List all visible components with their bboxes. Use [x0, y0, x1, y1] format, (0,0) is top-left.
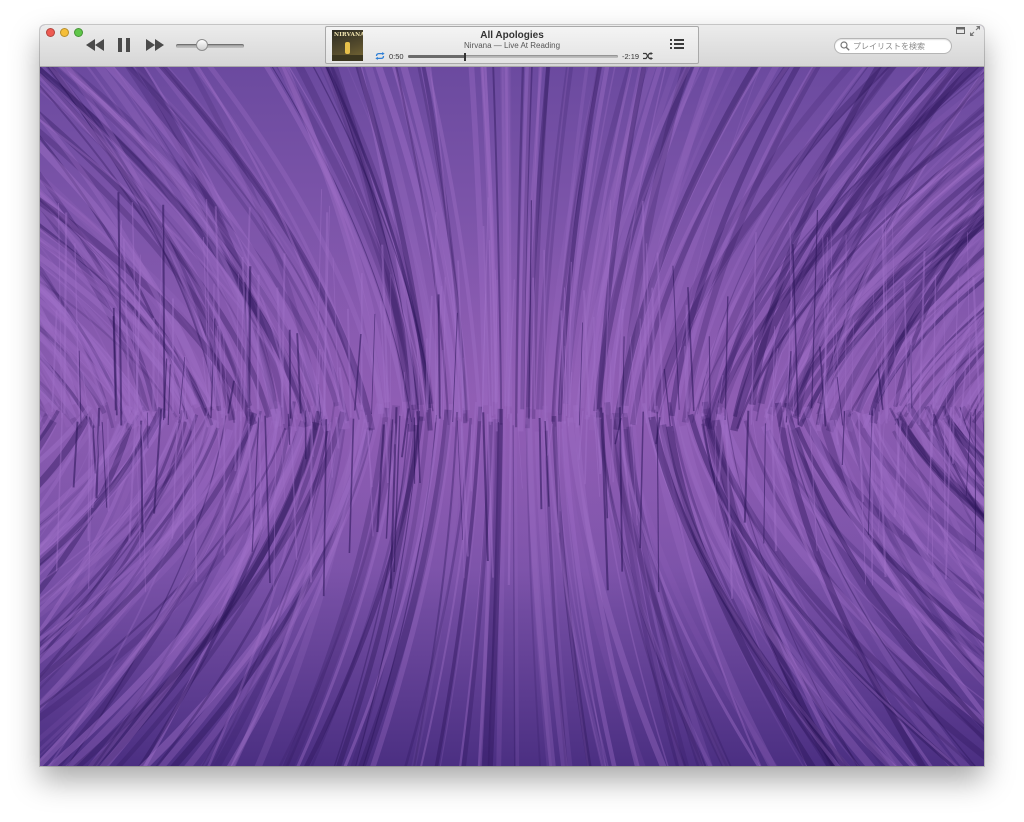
- visualizer-spike: [310, 422, 313, 583]
- visualizer-streaks: [40, 67, 984, 766]
- now-playing-display: NIRVANA All Apologies Nirvana — Live At …: [325, 26, 699, 64]
- visualizer-streak: [513, 419, 520, 766]
- remaining-time: -2:19: [622, 52, 640, 61]
- zoom-window-button[interactable]: [74, 28, 83, 37]
- visualizer-spike: [611, 414, 614, 483]
- visualizer-spike: [248, 266, 252, 409]
- visualizer-spike: [437, 294, 441, 419]
- visualizer-spike: [909, 336, 913, 418]
- visualizer-spike: [256, 274, 260, 410]
- visualizer-spike: [952, 414, 955, 464]
- minimize-window-button[interactable]: [60, 28, 69, 37]
- visualizer-spike: [507, 413, 513, 586]
- volume-slider[interactable]: [176, 44, 244, 48]
- visualizer-streak: [468, 67, 489, 406]
- itunes-window: NIRVANA All Apologies Nirvana — Live At …: [40, 25, 984, 766]
- song-title: All Apologies: [480, 30, 544, 41]
- visualizer-spike: [763, 423, 766, 544]
- playback-progress-thumb[interactable]: [463, 53, 466, 61]
- visualizer-spike: [107, 418, 110, 512]
- visualizer-spike: [440, 349, 444, 417]
- visualizer-spike: [87, 424, 91, 542]
- visualizer-spike: [288, 329, 292, 419]
- playback-progress-fill: [408, 55, 465, 58]
- artist-album: Nirvana — Live At Reading: [463, 41, 561, 50]
- visualizer: [40, 67, 984, 766]
- visualizer-spike: [212, 283, 215, 409]
- visualizer-spike: [584, 414, 588, 485]
- visualizer-spike: [162, 204, 166, 419]
- rewind-icon[interactable]: [84, 37, 106, 53]
- visualizer-spike: [470, 424, 473, 492]
- miniplayer-icon[interactable]: [956, 27, 965, 34]
- search-input[interactable]: [853, 39, 949, 53]
- visualizer-spike: [845, 234, 847, 424]
- shuffle-icon[interactable]: [643, 52, 653, 60]
- search-icon: [840, 41, 850, 51]
- pause-icon[interactable]: [116, 37, 132, 53]
- playback-progress-bar[interactable]: [408, 53, 618, 61]
- volume-slider-knob[interactable]: [195, 39, 208, 51]
- album-art-floor: [332, 55, 363, 61]
- fast-forward-icon[interactable]: [144, 37, 166, 53]
- visualizer-spike: [943, 424, 946, 555]
- visualizer-spike: [258, 416, 263, 530]
- visualizer-spike: [685, 304, 689, 412]
- search-field[interactable]: [834, 38, 952, 54]
- close-window-button[interactable]: [46, 28, 55, 37]
- list-icon[interactable]: [670, 38, 684, 50]
- fullscreen-icon[interactable]: [970, 26, 980, 36]
- elapsed-time: 0:50: [389, 52, 404, 61]
- repeat-icon[interactable]: [375, 52, 385, 60]
- toolbar: NIRVANA All Apologies Nirvana — Live At …: [40, 25, 984, 67]
